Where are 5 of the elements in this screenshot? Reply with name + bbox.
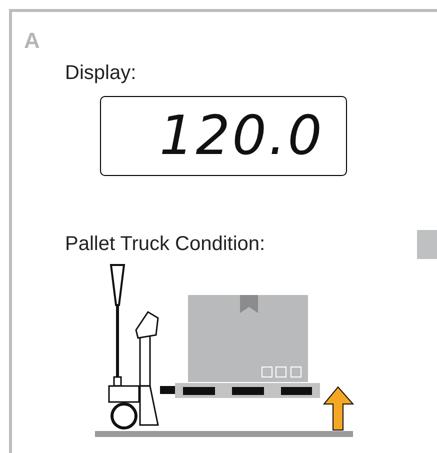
display-label: Display:	[65, 61, 136, 85]
display-reading: 120.0	[159, 109, 324, 163]
panel-label: A	[24, 30, 40, 52]
up-arrow-icon	[322, 386, 354, 430]
condition-label: Pallet Truck Condition:	[65, 232, 266, 256]
